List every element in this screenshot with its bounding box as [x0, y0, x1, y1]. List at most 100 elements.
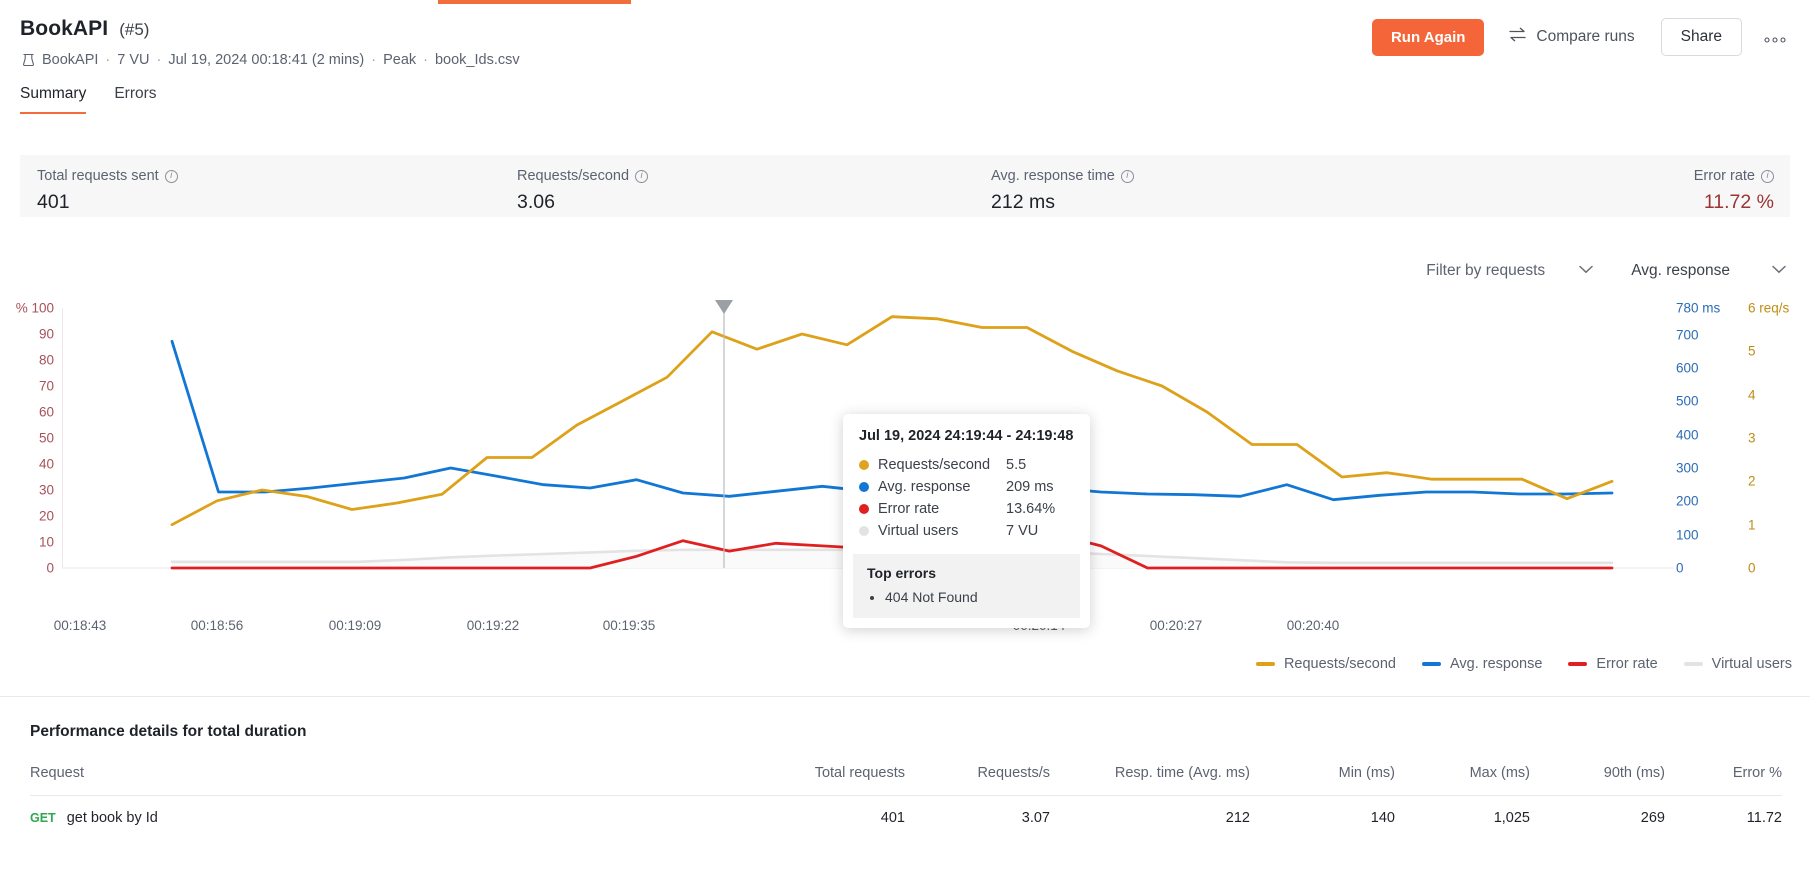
tooltip-row-value: 5.5	[1006, 457, 1027, 473]
y-tick-ms-0: 0	[1676, 560, 1684, 576]
y-tick-reqs-1: 1	[1748, 517, 1756, 533]
y-tick-left-10: 10	[38, 534, 54, 550]
ellipsis-icon	[1764, 37, 1786, 43]
y-tick-ms-400: 400	[1676, 427, 1699, 443]
request-name: get book by Id	[66, 810, 158, 826]
meta-datetime: Jul 19, 2024 00:18:41 (2 mins)	[168, 52, 365, 68]
y-tick-left-60: 60	[38, 404, 54, 420]
table-header-row: Request Total requests Requests/s Resp. …	[30, 765, 1782, 796]
y-tick-ms-200: 200	[1676, 493, 1699, 509]
legend-item-requests-second[interactable]: Requests/second	[1255, 656, 1396, 672]
y-tick-left-20: 20	[38, 508, 54, 524]
y-tick-reqs-2: 2	[1748, 473, 1756, 489]
tooltip-title: Jul 19, 2024 24:19:44 - 24:19:48	[859, 428, 1074, 444]
compare-runs-button[interactable]: Compare runs	[1508, 27, 1635, 47]
cell-request: GET get book by Id	[30, 796, 720, 841]
tooltip-row-avg-response: Avg. response 209 ms	[843, 476, 1090, 498]
col-min-ms[interactable]: Min (ms)	[1250, 765, 1395, 796]
table-row[interactable]: GET get book by Id 401 3.07 212 140 1,02…	[30, 796, 1782, 841]
stat-value: 11.72 %	[1703, 191, 1774, 213]
x-tick-label: 00:18:43	[53, 618, 107, 633]
col-request[interactable]: Request	[30, 765, 720, 796]
legend-item-virtual-users[interactable]: Virtual users	[1683, 656, 1792, 672]
y-tick-ms-100: 100	[1676, 527, 1699, 543]
tab-summary[interactable]: Summary	[20, 85, 87, 114]
legend-label: Avg. response	[1449, 656, 1543, 672]
y-tick-ms-600: 600	[1676, 360, 1699, 376]
run-again-button[interactable]: Run Again	[1371, 18, 1485, 56]
y-tick-left-30: 30	[38, 482, 54, 498]
col-requests-s[interactable]: Requests/s	[905, 765, 1050, 796]
y-tick-reqs-5: 5	[1748, 343, 1756, 359]
legend-item-avg-response[interactable]: Avg. response	[1421, 656, 1543, 672]
y-tick-reqs-0: 0	[1748, 560, 1756, 576]
tooltip-row-value: 7 VU	[1006, 523, 1039, 539]
y-tick-ms-700: 700	[1676, 327, 1699, 343]
x-tick-label: 00:18:56	[190, 618, 244, 633]
legend-swatch	[1683, 662, 1703, 666]
legend-dot-virtual-users	[859, 526, 869, 536]
table-header: Request Total requests Requests/s Resp. …	[30, 765, 1782, 796]
y-axis-right-milliseconds: 780 ms 700 600 500 400 300 200 100 0	[1676, 296, 1734, 604]
filter-by-requests-select[interactable]: Filter by requests	[1424, 258, 1595, 284]
tab-errors[interactable]: Errors	[114, 85, 156, 114]
y-tick-left-0: 0	[46, 560, 54, 576]
tooltip-row-label: Requests/second	[878, 457, 991, 473]
cell-requests-s: 3.07	[1021, 810, 1050, 826]
info-icon[interactable]: i	[635, 169, 649, 183]
y-tick-left-50: 50	[38, 430, 54, 446]
col-total-requests[interactable]: Total requests	[720, 765, 905, 796]
meta-sep-4: ·	[423, 52, 428, 68]
legend-item-error-rate[interactable]: Error rate	[1568, 656, 1658, 672]
stat-avg-response-time: Avg. response time i 212 ms	[991, 168, 1134, 214]
meta-profile: Peak	[383, 52, 417, 68]
info-icon[interactable]: i	[1761, 169, 1774, 183]
tooltip-row-value: 13.64%	[1006, 501, 1056, 517]
chart-controls: Filter by requests Avg. response	[1424, 258, 1788, 284]
stat-label: Requests/second i	[517, 168, 649, 184]
stat-label: Avg. response time i	[991, 168, 1134, 184]
performance-table: Request Total requests Requests/s Resp. …	[30, 765, 1782, 840]
share-button[interactable]: Share	[1660, 18, 1742, 56]
cell-min-ms: 140	[1370, 810, 1395, 826]
cell-error-pct: 11.72	[1746, 810, 1782, 826]
stat-label-text: Avg. response time	[991, 168, 1115, 184]
meta-project: BookAPI	[42, 52, 99, 68]
y-tick-left-80: 80	[38, 352, 54, 368]
y-tick-left-70: 70	[38, 378, 54, 394]
y-tick-reqs-4: 4	[1748, 387, 1756, 403]
metric-label: Avg. response	[1631, 262, 1730, 279]
meta-sep-2: ·	[156, 52, 162, 68]
legend-dot-avg-response	[859, 482, 869, 492]
filter-by-requests-label: Filter by requests	[1426, 262, 1546, 279]
y-tick-left-40: 40	[38, 456, 54, 472]
y-tick-ms-500: 500	[1676, 393, 1699, 409]
run-number: (#5)	[119, 20, 150, 39]
more-options-button[interactable]	[1760, 21, 1790, 53]
http-verb-badge: GET	[30, 811, 56, 825]
y-tick-left-100: % 100	[15, 300, 54, 316]
x-tick-label: 00:19:09	[328, 618, 382, 633]
y-tick-ms-300: 300	[1676, 460, 1699, 476]
y-axis-left-percent: % 100 90 80 70 60 50 40 30 20 10 0	[0, 296, 62, 604]
page-header: BookAPI (#5) BookAPI · 7 VU · Jul 19, 20…	[0, 0, 1810, 114]
legend-label: Error rate	[1596, 656, 1658, 672]
col-90th-ms[interactable]: 90th (ms)	[1530, 765, 1665, 796]
col-resp-time-avg[interactable]: Resp. time (Avg. ms)	[1050, 765, 1250, 796]
info-icon[interactable]: i	[164, 169, 178, 183]
stat-label-text: Total requests sent	[37, 168, 159, 184]
col-max-ms[interactable]: Max (ms)	[1395, 765, 1530, 796]
metric-select[interactable]: Avg. response	[1629, 258, 1788, 284]
tooltip-row-label: Virtual users	[878, 523, 959, 539]
flask-icon	[22, 53, 35, 67]
tooltip-row-label: Avg. response	[878, 479, 971, 495]
summary-stats: Total requests sent i 401 Requests/secon…	[20, 155, 1790, 217]
x-tick-label: 00:20:27	[1149, 618, 1203, 633]
cell-resp-time-avg: 212	[1225, 810, 1250, 826]
table-body: GET get book by Id 401 3.07 212 140 1,02…	[30, 796, 1782, 841]
cell-max-ms: 1,025	[1493, 810, 1530, 826]
col-error-pct[interactable]: Error %	[1665, 765, 1782, 796]
x-tick-label: 00:19:22	[466, 618, 520, 633]
legend-swatch	[1421, 662, 1441, 666]
info-icon[interactable]: i	[1120, 169, 1134, 183]
